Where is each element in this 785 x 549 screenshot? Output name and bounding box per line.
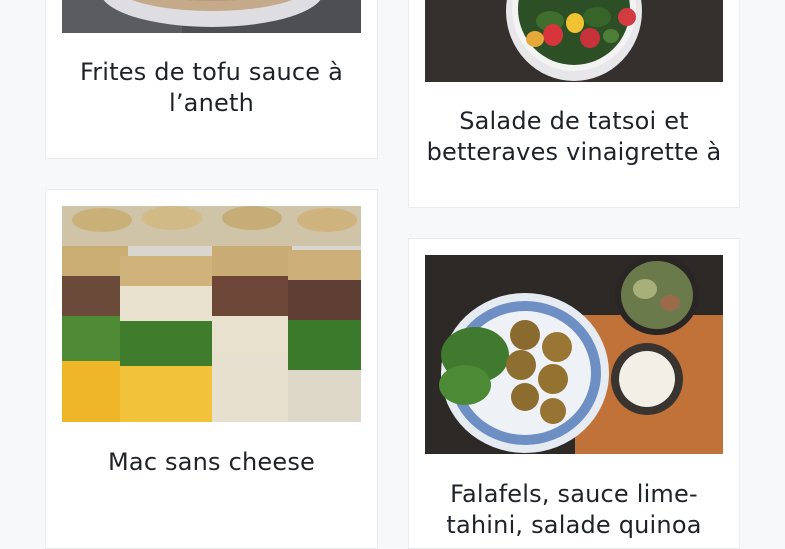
recipe-image-frites-de-tofu[interactable] — [62, 0, 361, 33]
recipe-title-salade-de-tatsoi[interactable]: Salade de tatsoi et betteraves vinaigret… — [417, 106, 731, 168]
recipe-image-mac-sans-cheese[interactable] — [62, 206, 361, 422]
recipe-card-mac-sans-cheese[interactable]: Mac sans cheese — [45, 189, 378, 549]
recipe-image-falafels[interactable] — [425, 255, 723, 454]
recipe-title-mac-sans-cheese[interactable]: Mac sans cheese — [54, 447, 369, 478]
recipe-card-salade-de-tatsoi[interactable]: Salade de tatsoi et betteraves vinaigret… — [408, 0, 740, 208]
recipe-card-falafels[interactable]: Falafels, sauce lime-tahini, salade quin… — [408, 238, 740, 549]
recipe-title-frites-de-tofu[interactable]: Frites de tofu sauce à l’aneth — [54, 57, 369, 119]
recipe-image-salade-de-tatsoi[interactable] — [425, 0, 723, 82]
recipe-card-frites-de-tofu[interactable]: Frites de tofu sauce à l’aneth — [45, 0, 378, 159]
recipe-title-falafels[interactable]: Falafels, sauce lime-tahini, salade quin… — [417, 479, 731, 541]
